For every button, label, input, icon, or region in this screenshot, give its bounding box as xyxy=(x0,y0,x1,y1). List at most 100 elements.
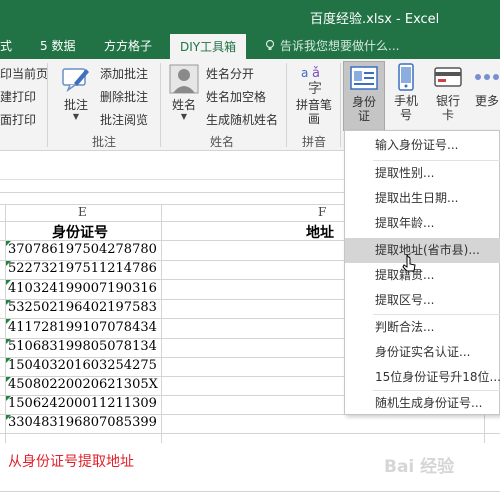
more-dots-icon xyxy=(475,74,499,80)
pinyin-label-line2: 画 xyxy=(307,112,320,126)
window-title: 百度经验.xlsx - Excel xyxy=(310,12,440,27)
menu-item-upgrade-15-to-18[interactable]: 15位身份证号升18位... xyxy=(345,365,500,390)
create-print-button[interactable]: 建打印 xyxy=(0,90,36,104)
annotation-button[interactable]: 批注 ▼ xyxy=(58,63,94,122)
ribbon-separator xyxy=(160,63,161,147)
phone-button[interactable]: 手机 号 xyxy=(388,63,424,122)
id-cell[interactable]: 370786197504278780 xyxy=(8,242,157,257)
error-indicator xyxy=(6,358,11,363)
error-indicator xyxy=(6,280,11,285)
id-cell[interactable]: 532502196402197583 xyxy=(8,300,157,315)
delete-annotation-button[interactable]: 删除批注 xyxy=(100,90,148,104)
tab-diy-toolbox[interactable]: DIY工具箱 xyxy=(170,34,247,59)
mobile-phone-icon xyxy=(398,63,414,91)
random-name-button[interactable]: 生成随机姓名 xyxy=(206,113,278,127)
tab-format[interactable]: 式 xyxy=(0,37,12,54)
print-current-page-button[interactable]: 印当前页 xyxy=(0,67,48,81)
error-indicator xyxy=(6,339,11,344)
ribbon-tabs: 式 5 数据 方方格子 DIY工具箱 告诉我您想要做什么... xyxy=(0,32,500,59)
bank-label-line2: 卡 xyxy=(441,108,454,122)
menu-item-realname-auth[interactable]: 身份证实名认证... xyxy=(345,340,500,365)
watermark-text: Bai 经验 xyxy=(384,457,455,477)
error-indicator xyxy=(6,300,11,305)
id-cell[interactable]: 150624200011211309 xyxy=(8,396,157,411)
watermark-logo: Bai 经验 xyxy=(384,452,500,500)
id-cell[interactable]: 410324199007190316 xyxy=(8,281,157,296)
id-cell[interactable]: 411728199107078434 xyxy=(8,320,157,335)
split-name-button[interactable]: 姓名分开 xyxy=(206,67,254,81)
page-print-button[interactable]: 面打印 xyxy=(0,113,36,127)
more-button[interactable]: 更多 xyxy=(472,63,500,108)
id-cell[interactable]: 522732197511214786 xyxy=(8,261,157,276)
menu-item-extract-hometown[interactable]: 提取籍贯... xyxy=(345,263,500,288)
idcard-label-line1: 身份 xyxy=(351,95,376,109)
name-add-space-button[interactable]: 姓名加空格 xyxy=(206,90,266,104)
error-indicator xyxy=(6,261,11,266)
idcard-icon xyxy=(350,66,378,90)
chevron-down-icon: ▼ xyxy=(180,112,188,121)
name-button[interactable]: 姓名 ▼ xyxy=(166,63,202,122)
id-cell[interactable]: 150403201603254275 xyxy=(8,358,157,373)
tab-fangfang[interactable]: 方方格子 xyxy=(104,37,152,54)
error-indicator xyxy=(6,396,11,401)
menu-item-extract-gender[interactable]: 提取性别... xyxy=(345,161,500,186)
grid-line xyxy=(0,433,500,434)
menu-item-validate[interactable]: 判断合法... xyxy=(345,315,500,340)
id-cell[interactable]: 450802200206213​05X xyxy=(8,377,158,392)
phone-label-line1: 手机 xyxy=(393,94,418,108)
error-indicator xyxy=(6,377,11,382)
ribbon-separator xyxy=(286,63,287,147)
menu-item-input-id[interactable]: 输入身份证号... xyxy=(345,133,500,158)
id-cell[interactable]: 330483196807085399 xyxy=(8,415,157,430)
add-annotation-button[interactable]: 添加批注 xyxy=(100,67,148,81)
name-label: 姓名 xyxy=(171,98,196,112)
menu-item-extract-address[interactable]: 提取地址(省市县)... xyxy=(345,238,500,263)
header-cell-idcard[interactable]: 身份证号 xyxy=(52,222,108,242)
group-label-annotation: 批注 xyxy=(92,135,117,149)
id-cell[interactable]: 510683199805078134 xyxy=(8,339,157,354)
error-indicator xyxy=(6,241,11,246)
pinyin-label-line1: 拼音笔 xyxy=(295,98,332,112)
phone-label-line2: 号 xyxy=(399,108,412,122)
idcard-label-line2: 证 xyxy=(357,109,370,123)
bank-card-button[interactable]: 银行 卡 xyxy=(430,63,466,122)
menu-item-extract-area-code[interactable]: 提取区号... xyxy=(345,288,500,313)
menu-item-extract-birthdate[interactable]: 提取出生日期... xyxy=(345,186,500,211)
column-header-e[interactable]: E xyxy=(78,205,87,221)
delete-annotation-label: 删除批注 xyxy=(100,90,149,104)
header-cell-address[interactable]: 地址 xyxy=(306,222,334,242)
idcard-button[interactable]: 身份 证 xyxy=(343,61,385,131)
annotation-label: 批注 xyxy=(63,98,88,112)
mouse-cursor-icon xyxy=(402,254,416,272)
more-label: 更多 xyxy=(474,94,499,108)
view-annotation-label: 批注阅览 xyxy=(100,113,149,127)
error-indicator xyxy=(6,415,11,420)
lightbulb-icon xyxy=(265,39,275,50)
menu-item-extract-age[interactable]: 提取年龄... xyxy=(345,211,500,236)
person-icon xyxy=(169,64,199,94)
svg-text:字: 字 xyxy=(308,81,322,95)
bank-card-icon xyxy=(434,67,462,87)
instruction-note: 从身份证号提取地址 xyxy=(8,454,134,470)
idcard-dropdown-menu: 输入身份证号... 提取性别... 提取出生日期... 提取年龄... 提取地址… xyxy=(344,130,500,415)
ribbon-separator xyxy=(340,63,341,147)
svg-text:a: a xyxy=(301,66,308,80)
pinyin-button[interactable]: a ǎ 字 拼音笔 画 xyxy=(292,63,336,126)
add-annotation-label: 添加批注 xyxy=(100,67,149,81)
view-annotation-button[interactable]: 批注阅览 xyxy=(100,113,148,127)
svg-text:ǎ: ǎ xyxy=(312,66,320,81)
excel-window: 百度经验.xlsx - Excel 式 5 数据 方方格子 DIY工具箱 告诉我… xyxy=(0,0,500,500)
tell-me-box[interactable]: 告诉我您想要做什么... xyxy=(264,37,399,54)
ribbon-separator xyxy=(47,63,48,147)
error-indicator xyxy=(6,319,11,324)
pencil-note-icon xyxy=(62,68,89,93)
chevron-down-icon: ▼ xyxy=(72,112,80,121)
tab-data[interactable]: 5 数据 xyxy=(40,37,75,54)
menu-item-random-id[interactable]: 随机生成身份证号... xyxy=(345,391,500,416)
column-header-f[interactable]: F xyxy=(318,205,326,221)
group-label-name: 姓名 xyxy=(210,135,235,149)
title-bar: 百度经验.xlsx - Excel xyxy=(0,0,500,32)
bank-label-line1: 银行 xyxy=(435,94,460,108)
pinyin-icon: a ǎ 字 xyxy=(301,66,322,97)
tell-me-text: 告诉我您想要做什么... xyxy=(280,39,400,53)
